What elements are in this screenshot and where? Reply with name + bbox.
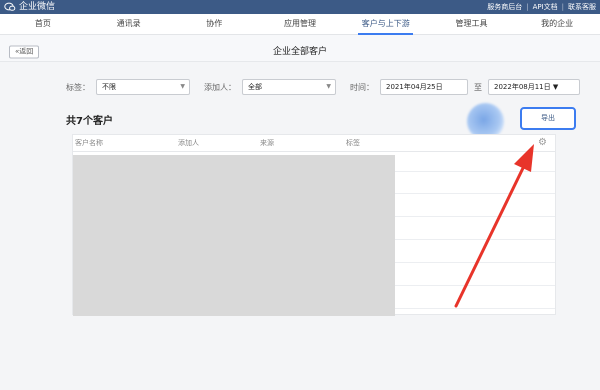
redacted-content-block (73, 155, 395, 316)
time-filter-label: 时间： (350, 82, 374, 92)
tag-filter-value: 不限 (102, 83, 116, 91)
date-range-separator: 至 (474, 82, 482, 92)
top-link-contact-support[interactable]: 联系客服 (568, 0, 596, 14)
customer-count: 共7个客户 (66, 116, 113, 127)
top-links: 服务商后台 | API文档 | 联系客服 (487, 0, 596, 14)
page-header: «返回 企业全部客户 (0, 35, 600, 62)
adder-filter-value: 全部 (248, 83, 262, 91)
nav-item-home[interactable]: 首页 (0, 14, 86, 34)
top-link-separator: | (561, 3, 564, 11)
end-date-value: 2022年08月11日 (494, 83, 551, 91)
column-header-customer-name[interactable]: 客户名称 (75, 135, 103, 151)
column-header-source[interactable]: 来源 (260, 135, 274, 151)
top-link-provider-admin[interactable]: 服务商后台 (487, 0, 522, 14)
customer-table: 客户名称 添加人 来源 标签 ⚙ (72, 134, 556, 316)
table-header: 客户名称 添加人 来源 标签 ⚙ (73, 135, 555, 152)
nav-item-collaboration[interactable]: 协作 (171, 14, 257, 34)
nav-item-contacts[interactable]: 通讯录 (86, 14, 172, 34)
wecom-logo-icon (4, 2, 16, 11)
main-nav: 首页 通讯录 协作 应用管理 客户与上下游 管理工具 我的企业 (0, 14, 600, 35)
brand[interactable]: 企业微信 (4, 0, 55, 14)
filter-bar: 标签： 不限 ▼ 添加人： 全部 ▼ 时间： 2021年04月25日 至 202… (66, 79, 580, 95)
top-link-separator: | (526, 3, 529, 11)
end-date-input[interactable]: 2022年08月11日 ▼ (488, 79, 580, 95)
app-title: 企业微信 (19, 2, 56, 12)
export-button[interactable]: 导出 (520, 107, 576, 130)
top-link-api-docs[interactable]: API文档 (533, 0, 558, 14)
start-date-input[interactable]: 2021年04月25日 (380, 79, 468, 95)
chevron-down-icon: ▼ (552, 83, 559, 91)
tag-filter-select[interactable]: 不限 ▼ (96, 79, 190, 95)
nav-item-my-enterprise[interactable]: 我的企业 (514, 14, 600, 34)
top-bar: 企业微信 服务商后台 | API文档 | 联系客服 (0, 0, 600, 14)
start-date-value: 2021年04月25日 (386, 83, 443, 91)
adder-filter-label: 添加人： (204, 82, 236, 92)
nav-item-management-tools[interactable]: 管理工具 (429, 14, 515, 34)
page-title: 企业全部客户 (272, 47, 327, 57)
column-header-adder[interactable]: 添加人 (178, 135, 199, 151)
adder-filter-select[interactable]: 全部 ▼ (242, 79, 336, 95)
chevron-down-icon: ▼ (180, 83, 185, 90)
tag-filter-label: 标签： (66, 82, 90, 92)
settings-gear-icon[interactable]: ⚙ (538, 137, 547, 149)
chevron-down-icon: ▼ (326, 83, 331, 90)
nav-item-app-management[interactable]: 应用管理 (257, 14, 343, 34)
column-header-tags[interactable]: 标签 (346, 135, 360, 151)
nav-item-customers[interactable]: 客户与上下游 (343, 14, 429, 35)
